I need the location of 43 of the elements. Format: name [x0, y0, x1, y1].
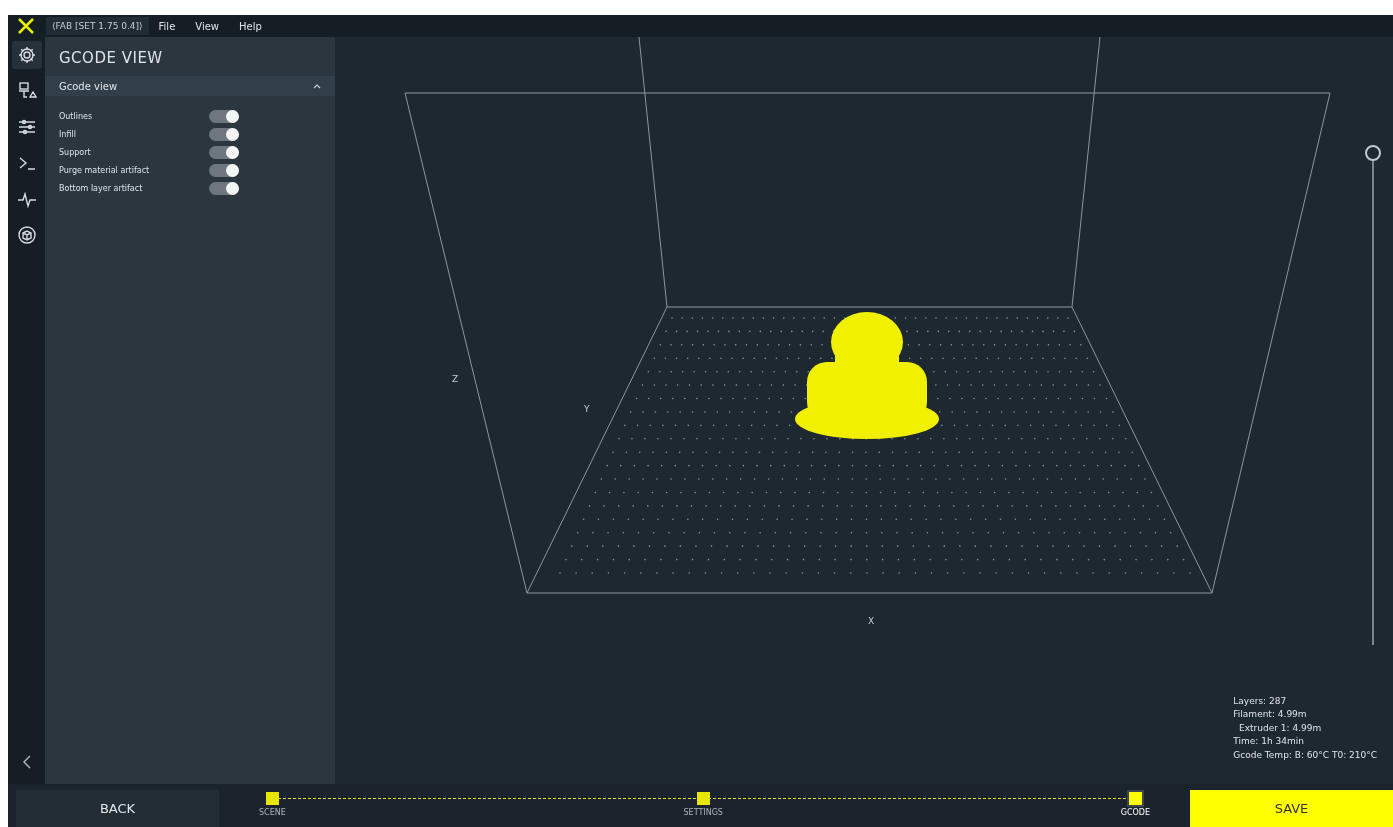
- step-label[interactable]: GCODE: [1120, 808, 1150, 817]
- step-marker[interactable]: [1128, 792, 1142, 805]
- section-header[interactable]: Gcode view: [45, 76, 335, 96]
- cube-icon: [16, 225, 37, 245]
- toggle-switch[interactable]: [209, 145, 239, 159]
- toggle-label: Outlines: [59, 111, 94, 121]
- printer-icon: [16, 81, 37, 101]
- stat-line: Time: 1h 34min: [1233, 735, 1305, 748]
- axis-label: Y: [584, 404, 590, 414]
- back-button[interactable]: BACK: [16, 790, 219, 827]
- stat-line: Gcode Temp: B: 60°C T0: 210°C: [1233, 748, 1377, 762]
- settings-icon: [16, 45, 37, 65]
- section-title: Gcode view: [59, 80, 118, 92]
- slider-thumb[interactable]: [1365, 145, 1381, 161]
- toggle-label: Support: [59, 147, 92, 157]
- stat-line: Filament: 4.99m: [1233, 708, 1308, 721]
- step-marker[interactable]: [696, 792, 710, 805]
- panel-title: GCODE VIEW: [58, 48, 164, 69]
- stat-line: Extruder 1: 4.99m: [1238, 721, 1323, 735]
- menu-item[interactable]: File: [148, 20, 186, 32]
- toggle-switch[interactable]: [209, 163, 239, 177]
- step-label[interactable]: SCENE: [259, 808, 286, 817]
- sidebar-tab[interactable]: [11, 41, 42, 69]
- step-label[interactable]: SETTINGS: [683, 808, 723, 817]
- chevron-left-icon: [21, 755, 32, 769]
- menu-item[interactable]: Help: [229, 20, 272, 32]
- toggle-switch[interactable]: [209, 109, 239, 123]
- layer-slider[interactable]: [1365, 145, 1381, 645]
- stat-line: Layers: 287: [1233, 694, 1288, 708]
- step-marker[interactable]: [265, 792, 279, 805]
- caret-icon: [313, 83, 321, 89]
- save-button[interactable]: SAVE: [1190, 790, 1393, 827]
- toggle-label: Purge material artifact: [59, 165, 151, 175]
- toggle-switch[interactable]: [209, 127, 239, 141]
- toggle-switch[interactable]: [209, 181, 239, 195]
- sliders-icon: [16, 117, 37, 137]
- logo-icon: [16, 17, 36, 35]
- toggle-label: Infill: [59, 129, 77, 139]
- menu-item[interactable]: View: [185, 20, 230, 32]
- profile-selector[interactable]: ⟨FAB [SET 1.75 0.4]⟩: [46, 17, 149, 35]
- axis-label: Z: [452, 374, 459, 384]
- toggle-label: Bottom layer artifact: [59, 183, 144, 193]
- axis-label: X: [868, 616, 875, 626]
